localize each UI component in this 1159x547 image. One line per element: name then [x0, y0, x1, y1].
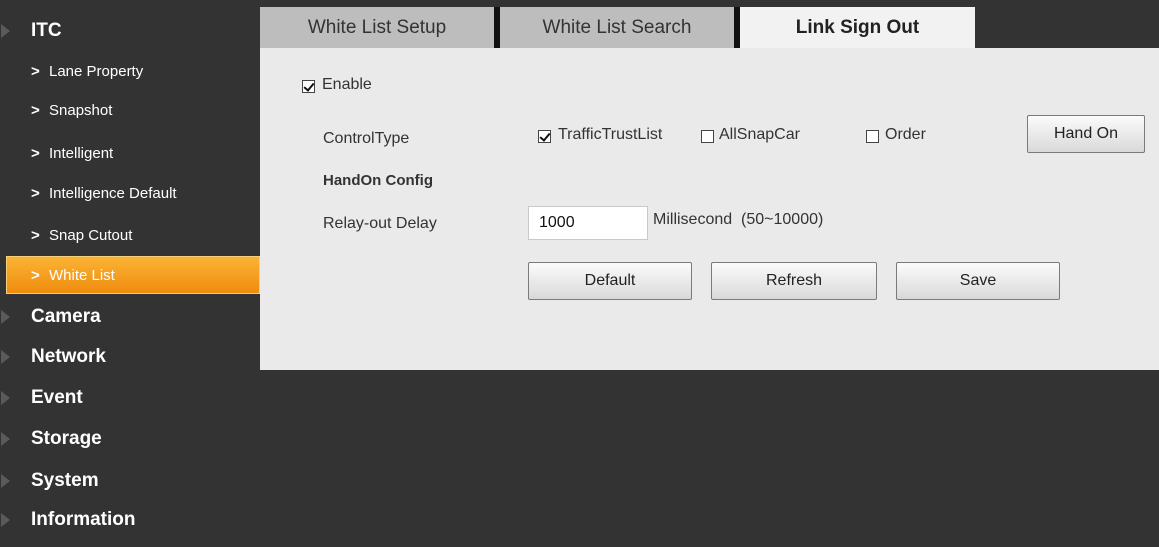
tab-label: White List Setup — [307, 16, 447, 38]
chevron-right-icon: > — [31, 101, 40, 119]
chevron-right-icon: > — [31, 62, 40, 80]
chevron-right-icon: > — [31, 144, 40, 162]
sidebar-section-camera[interactable]: Camera — [0, 297, 260, 337]
expand-triangle-icon — [1, 391, 10, 405]
sidebar-section-label: Event — [31, 387, 83, 408]
handon-config-title: HandOn Config — [323, 172, 433, 189]
save-button[interactable]: Save — [896, 262, 1060, 300]
traffic-trust-list-checkbox[interactable] — [538, 130, 551, 143]
sidebar-item-label: Lane Property — [49, 62, 144, 80]
expand-triangle-icon — [1, 432, 10, 446]
relay-out-delay-unit: Millisecond (50~10000) — [653, 211, 823, 229]
sidebar-item-snap-cutout[interactable]: > Snap Cutout — [0, 216, 258, 254]
sidebar-item-white-list[interactable]: > White List — [6, 256, 260, 294]
link-sign-out-panel: Enable ControlType TrafficTrustList AllS… — [260, 48, 1159, 370]
sidebar-section-label: Camera — [31, 306, 101, 327]
sidebar-section-network[interactable]: Network — [0, 337, 260, 377]
sidebar-section-event[interactable]: Event — [0, 378, 260, 418]
sidebar: ITC > Lane Property > Snapshot > Intelli… — [0, 0, 260, 547]
sidebar-item-label: White List — [49, 266, 115, 284]
sidebar-item-intelligent[interactable]: > Intelligent — [0, 134, 258, 172]
sidebar-section-label: Network — [31, 346, 106, 367]
sidebar-section-label: Storage — [31, 428, 102, 449]
order-checkbox[interactable] — [866, 130, 879, 143]
sidebar-item-label: Snapshot — [49, 101, 113, 119]
expand-triangle-icon — [1, 513, 10, 527]
relay-out-delay-label: Relay-out Delay — [323, 215, 437, 232]
expand-triangle-icon — [1, 310, 10, 324]
all-snap-car-checkbox[interactable] — [701, 130, 714, 143]
sidebar-item-label: Intelligence Default — [49, 184, 177, 202]
control-type-label: ControlType — [323, 130, 410, 147]
relay-out-delay-input[interactable]: 1000 — [528, 206, 648, 240]
tab-label: Link Sign Out — [795, 16, 920, 38]
sidebar-section-system[interactable]: System — [0, 461, 260, 501]
sidebar-item-lane-property[interactable]: > Lane Property — [0, 52, 258, 90]
chevron-right-icon: > — [31, 184, 40, 202]
unit-text: Millisecond — [653, 211, 733, 228]
sidebar-section-label: Information — [31, 509, 136, 530]
sidebar-section-label: ITC — [31, 20, 62, 41]
sidebar-item-intelligence-default[interactable]: > Intelligence Default — [0, 174, 258, 212]
expand-triangle-icon — [1, 24, 10, 38]
enable-checkbox[interactable] — [302, 80, 315, 93]
expand-triangle-icon — [1, 350, 10, 364]
sidebar-section-information[interactable]: Information — [0, 500, 260, 540]
sidebar-section-itc[interactable]: ITC — [0, 11, 260, 51]
expand-triangle-icon — [1, 474, 10, 488]
tab-link-sign-out[interactable]: Link Sign Out — [734, 7, 975, 48]
sidebar-section-storage[interactable]: Storage — [0, 419, 260, 459]
enable-label: Enable — [322, 76, 372, 93]
refresh-button[interactable]: Refresh — [711, 262, 877, 300]
chevron-right-icon: > — [31, 266, 40, 284]
traffic-trust-list-label: TrafficTrustList — [558, 126, 663, 143]
range-text: (50~10000) — [741, 211, 824, 228]
sidebar-item-snapshot[interactable]: > Snapshot — [0, 91, 258, 129]
sidebar-section-label: System — [31, 470, 99, 491]
sidebar-item-label: Intelligent — [49, 144, 114, 162]
tab-white-list-setup[interactable]: White List Setup — [260, 7, 494, 48]
tab-white-list-search[interactable]: White List Search — [500, 7, 734, 48]
order-label: Order — [885, 126, 926, 143]
all-snap-car-label: AllSnapCar — [719, 126, 800, 143]
default-button[interactable]: Default — [528, 262, 692, 300]
hand-on-button[interactable]: Hand On — [1027, 115, 1145, 153]
tab-label: White List Search — [542, 16, 692, 38]
chevron-right-icon: > — [31, 226, 40, 244]
sidebar-item-label: Snap Cutout — [49, 226, 133, 244]
